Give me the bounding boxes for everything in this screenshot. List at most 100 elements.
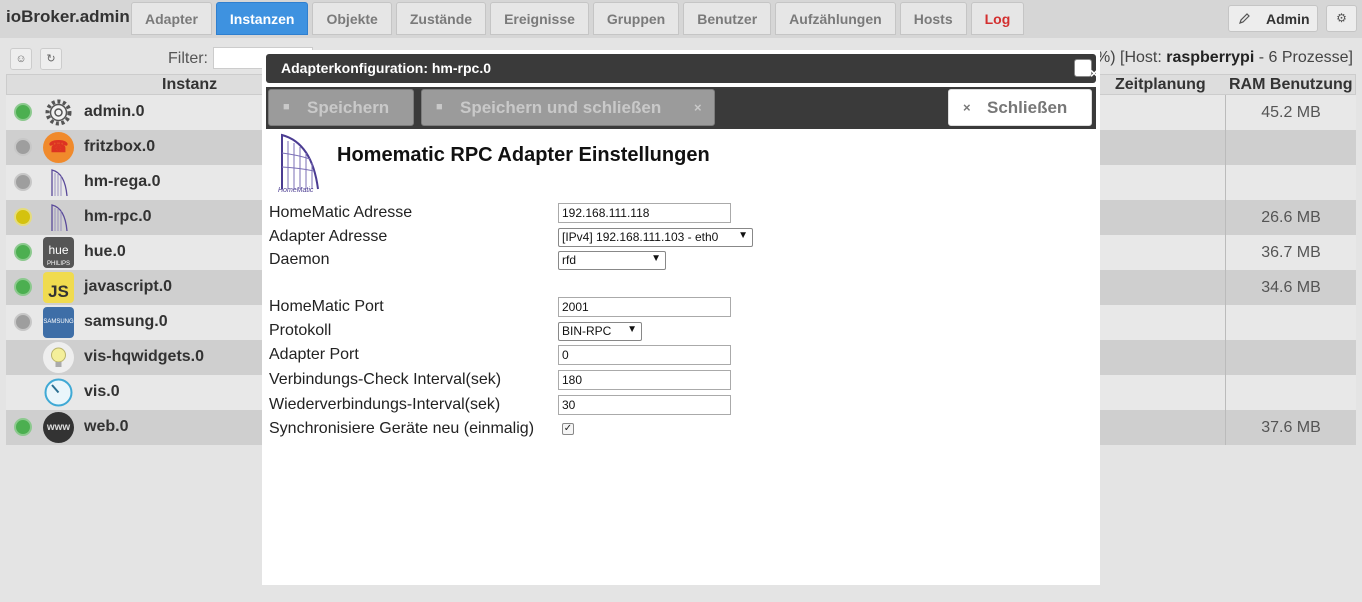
status-led xyxy=(14,243,32,261)
instance-name[interactable]: javascript.0 xyxy=(84,278,172,296)
save-button[interactable]: ■ Speichern xyxy=(268,89,414,126)
status-led xyxy=(14,208,32,226)
homematic-logo: HomeMatic xyxy=(274,133,322,197)
ram-value: 26.6 MB xyxy=(1225,200,1356,235)
save-and-close-label: Speichern und schließen xyxy=(460,98,662,117)
tab-log[interactable]: Log xyxy=(970,2,1025,35)
ram-value xyxy=(1225,375,1356,410)
adapter-config-dialog: Adapterkonfiguration: hm-rpc.0 × ■ Speic… xyxy=(262,50,1100,585)
expert-mode-button[interactable]: ☺ xyxy=(10,48,32,70)
tab-hosts[interactable]: Hosts xyxy=(899,2,967,35)
check-interval-label: Verbindungs-Check Interval(sek) xyxy=(269,371,502,388)
status-led xyxy=(14,103,32,121)
dialog-titlebar: Adapterkonfiguration: hm-rpc.0 × xyxy=(266,54,1098,83)
gauge-icon xyxy=(43,377,74,408)
homematic-address-label: HomeMatic Adresse xyxy=(269,204,413,221)
js-icon: JS xyxy=(43,272,74,303)
host-name: raspberrypi xyxy=(1166,49,1255,66)
ram-value: 36.7 MB xyxy=(1225,235,1356,270)
instance-name[interactable]: hm-rega.0 xyxy=(84,173,160,191)
adapter-address-select[interactable]: [IPv4] 192.168.111.103 - eth0 ▼ xyxy=(558,228,753,247)
close-icon: × xyxy=(694,100,702,115)
adapter-port-input[interactable]: 0 xyxy=(558,345,731,365)
instance-name[interactable]: fritzbox.0 xyxy=(84,138,155,156)
adapter-address-label: Adapter Adresse xyxy=(269,228,388,245)
pencil-icon xyxy=(1239,13,1250,24)
user-name: Admin xyxy=(1266,11,1310,27)
save-and-close-button[interactable]: ■ Speichern und schließen × xyxy=(421,89,715,126)
tab-zustaende[interactable]: Zustände xyxy=(395,2,487,35)
homematic-port-input[interactable]: 2001 xyxy=(558,297,731,317)
filter-label: Filter: xyxy=(168,50,208,67)
top-navbar: ioBroker.admin Adapter Instanzen Objekte… xyxy=(0,0,1362,38)
protocol-select[interactable]: BIN-RPC ▼ xyxy=(558,322,642,341)
reload-button[interactable]: ↻ xyxy=(40,48,62,70)
daemon-label: Daemon xyxy=(269,251,330,268)
checkmark-icon: ✓ xyxy=(563,423,573,434)
settings-button[interactable]: ⚙ xyxy=(1326,5,1357,32)
samsung-icon: SAMSUNG xyxy=(43,307,74,338)
instance-name[interactable]: vis-hqwidgets.0 xyxy=(84,348,204,366)
ram-value xyxy=(1225,130,1356,165)
user-icon: ☺ xyxy=(15,53,27,65)
instance-name[interactable]: admin.0 xyxy=(84,103,144,121)
chevron-down-icon: ▼ xyxy=(627,324,637,335)
check-interval-input[interactable]: 180 xyxy=(558,370,731,390)
header-zeitplanung: Zeitplanung xyxy=(1115,76,1206,93)
user-button[interactable]: Admin xyxy=(1228,5,1318,32)
daemon-select[interactable]: rfd ▼ xyxy=(558,251,666,270)
tab-gruppen[interactable]: Gruppen xyxy=(592,2,680,35)
status-led xyxy=(14,418,32,436)
phone-icon: ☎ xyxy=(43,132,74,163)
app-brand: ioBroker.admin xyxy=(6,7,130,26)
tab-adapter[interactable]: Adapter xyxy=(131,2,212,35)
reconnect-interval-input[interactable]: 30 xyxy=(558,395,731,415)
status-led xyxy=(14,173,32,191)
sync-devices-checkbox[interactable]: ✓ xyxy=(562,423,574,435)
dialog-close-button[interactable]: × xyxy=(1074,59,1098,81)
instance-name[interactable]: hue.0 xyxy=(84,243,126,261)
daemon-value: rfd xyxy=(562,253,577,267)
tab-objekte[interactable]: Objekte xyxy=(312,2,392,35)
close-icon: × xyxy=(963,100,971,115)
header-instanz: Instanz xyxy=(162,76,218,93)
homematic-port-label: HomeMatic Port xyxy=(269,298,384,315)
close-button-label: Schließen xyxy=(987,98,1068,117)
status-led xyxy=(14,138,32,156)
reload-icon: ↻ xyxy=(46,53,56,65)
bulb-icon xyxy=(43,342,74,373)
instance-name[interactable]: web.0 xyxy=(84,418,128,436)
close-button[interactable]: × Schließen xyxy=(948,89,1092,126)
instance-name[interactable]: samsung.0 xyxy=(84,313,168,331)
chevron-down-icon: ▼ xyxy=(651,253,661,264)
tab-instanzen[interactable]: Instanzen xyxy=(215,2,309,35)
header-ram: RAM Benutzung xyxy=(1229,76,1353,93)
ram-value: 34.6 MB xyxy=(1225,270,1356,305)
instance-name[interactable]: vis.0 xyxy=(84,383,120,401)
tab-ereignisse[interactable]: Ereignisse xyxy=(490,2,589,35)
hue-icon: hue PHILIPS xyxy=(43,237,74,268)
adapter-address-value: [IPv4] 192.168.111.103 - eth0 xyxy=(562,230,719,244)
tab-aufzaehlungen[interactable]: Aufzählungen xyxy=(775,2,896,35)
adapter-port-label: Adapter Port xyxy=(269,346,359,363)
host-prefix: %) [Host: xyxy=(1096,49,1167,66)
hue-icon-text: hue xyxy=(48,243,69,257)
dialog-heading: Homematic RPC Adapter Einstellungen xyxy=(337,144,710,166)
hue-icon-subtext: PHILIPS xyxy=(46,261,70,267)
status-led xyxy=(14,313,32,331)
host-info: %) [Host: raspberrypi - 6 Prozesse] xyxy=(1096,49,1353,67)
dialog-button-bar: ■ Speichern ■ Speichern und schließen × … xyxy=(266,87,1096,129)
floppy-icon: ■ xyxy=(283,101,290,113)
instance-name[interactable]: hm-rpc.0 xyxy=(84,208,152,226)
sync-devices-label: Synchronisiere Geräte neu (einmalig) xyxy=(269,420,535,437)
homematic-address-input[interactable]: 192.168.111.118 xyxy=(558,203,731,223)
dialog-title: Adapterkonfiguration: hm-rpc.0 xyxy=(281,60,492,76)
protocol-label: Protokoll xyxy=(269,322,332,339)
tab-benutzer[interactable]: Benutzer xyxy=(683,2,772,35)
ram-value xyxy=(1225,165,1356,200)
chevron-down-icon: ▼ xyxy=(738,230,748,241)
www-icon: www xyxy=(43,412,74,443)
www-icon-text: www xyxy=(46,422,71,433)
protocol-value: BIN-RPC xyxy=(562,324,612,338)
main-tabs: Adapter Instanzen Objekte Zustände Ereig… xyxy=(131,2,1028,35)
